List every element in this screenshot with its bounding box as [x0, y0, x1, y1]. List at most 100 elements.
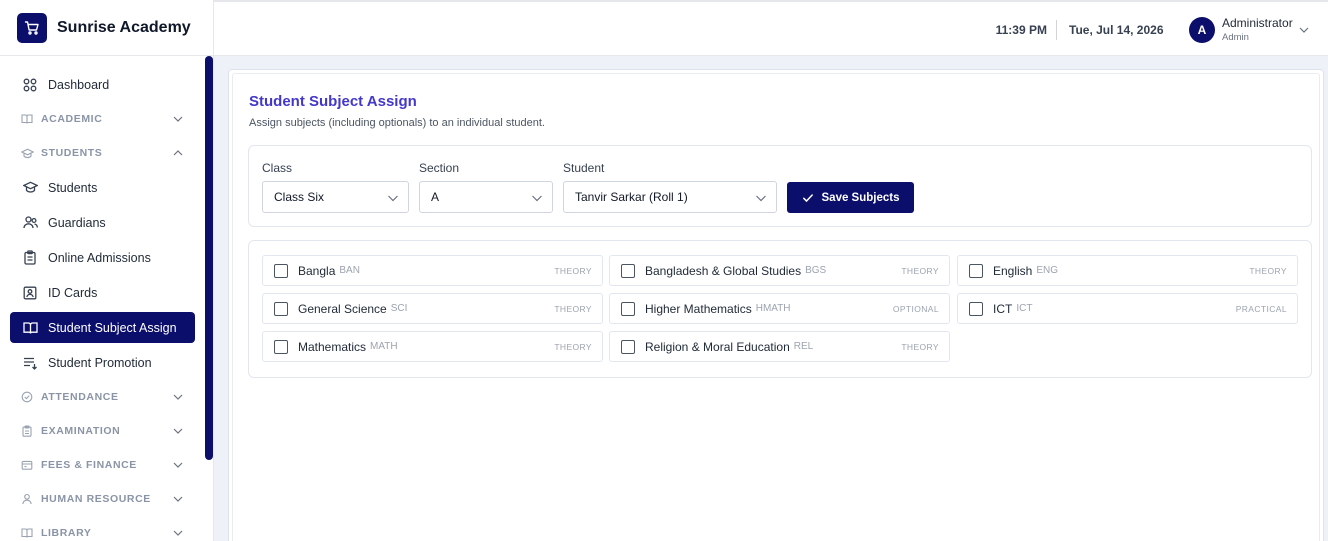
sidebar-item-label: Dashboard [48, 77, 110, 92]
sidebar-section-academic[interactable]: ACADEMIC [0, 102, 214, 136]
subject-code: HMATH [755, 303, 791, 314]
main-card: Student Subject Assign Assign subjects (… [228, 69, 1324, 541]
sidebar-section-label: FEES & FINANCE [41, 459, 137, 471]
graduation-cap-icon [20, 146, 34, 160]
subject-code: ICT [1016, 303, 1033, 314]
sidebar-section-label: ACADEMIC [41, 113, 103, 125]
sidebar: Sunrise Academy Dashboard ACADEMIC STUDE… [0, 0, 214, 541]
sidebar-item-student-subject-assign[interactable]: Student Subject Assign [10, 312, 195, 343]
sidebar-item-label: ID Cards [48, 285, 98, 300]
subject-checkbox[interactable] [274, 263, 288, 278]
sidebar-item-label: Students [48, 180, 98, 195]
sidebar-item-guardians[interactable]: Guardians [0, 205, 214, 240]
sidebar-section-students[interactable]: STUDENTS [0, 136, 214, 170]
brand[interactable]: Sunrise Academy [0, 0, 213, 56]
top-header: 11:39 PM Tue, Jul 14, 2026 A Administrat… [214, 0, 1328, 56]
sidebar-section-label: EXAMINATION [41, 425, 121, 437]
student-select-value: Tanvir Sarkar (Roll 1) [575, 190, 688, 204]
subject-checkbox[interactable] [969, 301, 983, 316]
sidebar-item-id-cards[interactable]: ID Cards [0, 275, 214, 310]
subject-option[interactable]: Mathematics MATH THEORY [262, 331, 603, 362]
subject-checkbox[interactable] [621, 263, 635, 278]
page-subtitle: Assign subjects (including optionals) to… [249, 117, 545, 129]
chevron-down-icon [388, 195, 398, 202]
user-role: Admin [1222, 32, 1249, 43]
sidebar-item-label: Student Subject Assign [48, 320, 177, 335]
subject-type: THEORY [1249, 265, 1287, 276]
chevron-down-icon [173, 394, 183, 400]
subject-option[interactable]: English ENG THEORY [957, 255, 1298, 286]
sidebar-section-label: ATTENDANCE [41, 391, 119, 403]
subject-checkbox[interactable] [274, 339, 288, 354]
clipboard-icon [22, 250, 38, 266]
subject-type: THEORY [554, 341, 592, 352]
page-title: Student Subject Assign [249, 93, 417, 110]
header-date: Tue, Jul 14, 2026 [1069, 23, 1164, 37]
sidebar-nav: Dashboard ACADEMIC STUDENTS Students Gua… [0, 67, 214, 541]
student-select[interactable]: Tanvir Sarkar (Roll 1) [563, 181, 777, 213]
sidebar-section-library[interactable]: LIBRARY [0, 516, 214, 541]
sidebar-section-label: LIBRARY [41, 527, 92, 539]
subject-name: Bangla [298, 263, 336, 278]
subject-name: Bangladesh & Global Studies [645, 263, 802, 278]
open-book-icon [22, 320, 38, 336]
chevron-down-icon [173, 530, 183, 536]
sidebar-item-online-admissions[interactable]: Online Admissions [0, 240, 214, 275]
subject-code: BGS [805, 265, 827, 276]
sidebar-section-fees-finance[interactable]: FEES & FINANCE [0, 448, 214, 482]
book-icon [20, 112, 34, 126]
sidebar-section-attendance[interactable]: ATTENDANCE [0, 380, 214, 414]
sidebar-item-label: Online Admissions [48, 250, 151, 265]
main-card-inner: Student Subject Assign Assign subjects (… [232, 73, 1320, 541]
subject-option[interactable]: Bangla BAN THEORY [262, 255, 603, 286]
subject-name: ICT [993, 301, 1013, 316]
sidebar-item-student-promotion[interactable]: Student Promotion [0, 345, 214, 380]
sidebar-item-label: Guardians [48, 215, 106, 230]
class-select[interactable]: Class Six [262, 181, 409, 213]
subject-type: OPTIONAL [892, 303, 939, 314]
users-icon [22, 215, 38, 231]
list-arrow-icon [22, 355, 38, 371]
subject-code: REL [793, 341, 814, 352]
subject-option[interactable]: Bangladesh & Global Studies BGS THEORY [609, 255, 950, 286]
section-label: Section [419, 161, 460, 175]
user-menu-chevron-icon[interactable] [1298, 24, 1310, 36]
app-root: Sunrise Academy Dashboard ACADEMIC STUDE… [0, 0, 1328, 541]
subject-option[interactable]: Higher Mathematics HMATH OPTIONAL [609, 293, 950, 324]
subject-checkbox[interactable] [969, 263, 983, 278]
subject-code: ENG [1036, 265, 1059, 276]
chevron-down-icon [532, 195, 542, 202]
save-subjects-button[interactable]: Save Subjects [787, 182, 914, 213]
class-label: Class [262, 161, 293, 175]
sidebar-section-human-resource[interactable]: HUMAN RESOURCE [0, 482, 214, 516]
subject-type: THEORY [901, 341, 939, 352]
subject-option[interactable]: Religion & Moral Education REL THEORY [609, 331, 950, 362]
user-icon [20, 492, 34, 506]
subject-option[interactable]: ICT ICT PRACTICAL [957, 293, 1298, 324]
subject-option[interactable]: General Science SCI THEORY [262, 293, 603, 324]
subject-name: Higher Mathematics [645, 301, 752, 316]
subject-type: THEORY [554, 303, 592, 314]
sidebar-section-examination[interactable]: EXAMINATION [0, 414, 214, 448]
subject-checkbox[interactable] [621, 339, 635, 354]
subject-name: English [993, 263, 1033, 278]
student-label: Student [563, 161, 605, 175]
avatar[interactable]: A [1189, 17, 1215, 43]
user-name[interactable]: Administrator [1222, 16, 1293, 30]
sidebar-item-dashboard[interactable]: Dashboard [0, 67, 214, 102]
subject-checkbox[interactable] [621, 301, 635, 316]
subject-type: PRACTICAL [1235, 303, 1287, 314]
subject-checkbox[interactable] [274, 301, 288, 316]
subject-code: MATH [370, 341, 398, 352]
header-divider [1056, 20, 1057, 40]
sidebar-item-students[interactable]: Students [0, 170, 214, 205]
subject-name: General Science [298, 301, 387, 316]
check-icon [802, 193, 813, 202]
sidebar-section-label: STUDENTS [41, 147, 103, 159]
subject-code: SCI [390, 303, 408, 314]
sidebar-scrollbar[interactable] [205, 56, 213, 460]
shield-check-icon [20, 390, 34, 404]
subject-name: Mathematics [298, 339, 367, 354]
section-select[interactable]: A [419, 181, 553, 213]
clipboard-icon [20, 424, 34, 438]
